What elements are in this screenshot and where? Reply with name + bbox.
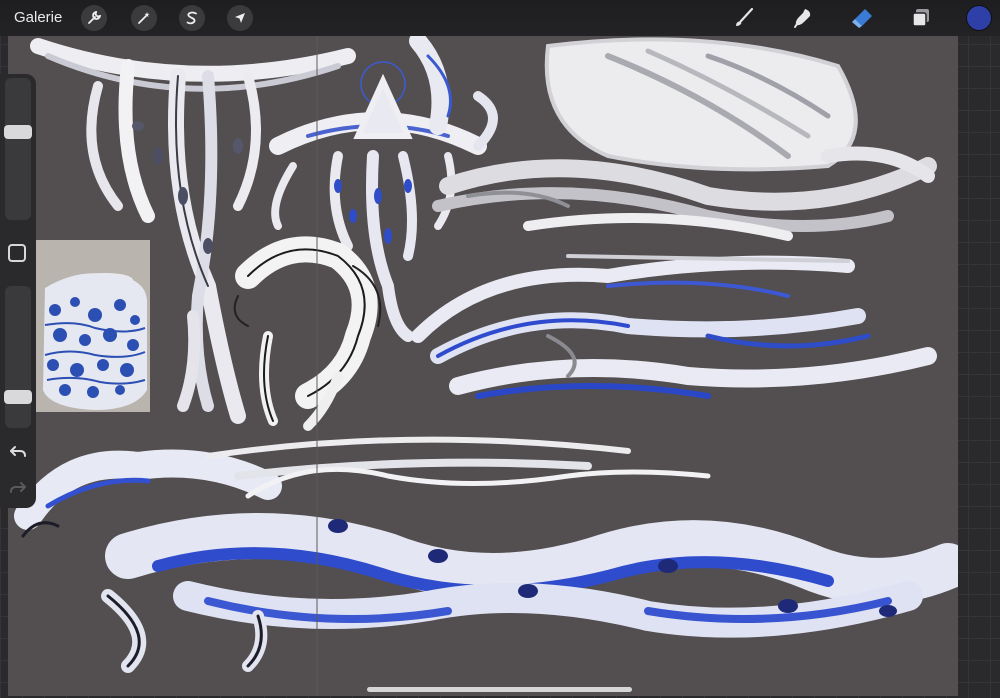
color-picker-swatch[interactable]: [966, 5, 992, 31]
artwork-sketch: [14, 36, 958, 696]
eraser-icon: [852, 9, 872, 28]
undo-icon: [10, 446, 26, 457]
layers-button[interactable]: [907, 4, 935, 32]
opacity-slider[interactable]: [4, 286, 32, 428]
opacity-slider-thumb[interactable]: [4, 390, 32, 404]
brush-size-slider-thumb[interactable]: [4, 125, 32, 139]
side-sliders-panel: [0, 74, 36, 508]
smudge-button[interactable]: [789, 4, 817, 32]
brush-size-slider[interactable]: [4, 78, 32, 220]
actions-button[interactable]: [81, 5, 107, 31]
redo-icon: [10, 482, 26, 493]
gallery-button[interactable]: Galerie: [14, 0, 62, 36]
drawing-canvas[interactable]: [8, 36, 958, 696]
transform-button[interactable]: [227, 5, 253, 31]
undo-button[interactable]: [6, 440, 30, 464]
layers-icon: [912, 9, 929, 27]
selection-button[interactable]: [179, 5, 205, 31]
eraser-button[interactable]: [848, 4, 876, 32]
home-indicator[interactable]: [367, 687, 632, 692]
top-toolbar: Galerie: [0, 0, 1000, 36]
adjustments-button[interactable]: [131, 5, 157, 31]
arrow-cursor-icon: [235, 13, 245, 23]
magic-wand-icon: [138, 12, 150, 24]
selection-s-icon: [186, 11, 197, 25]
reference-image-vase: [35, 240, 150, 412]
modify-button[interactable]: [8, 244, 26, 262]
redo-button[interactable]: [6, 476, 30, 500]
brush-icon: [736, 7, 754, 26]
brush-button[interactable]: [730, 4, 758, 32]
wrench-icon: [88, 11, 102, 24]
smudge-icon: [794, 9, 811, 28]
